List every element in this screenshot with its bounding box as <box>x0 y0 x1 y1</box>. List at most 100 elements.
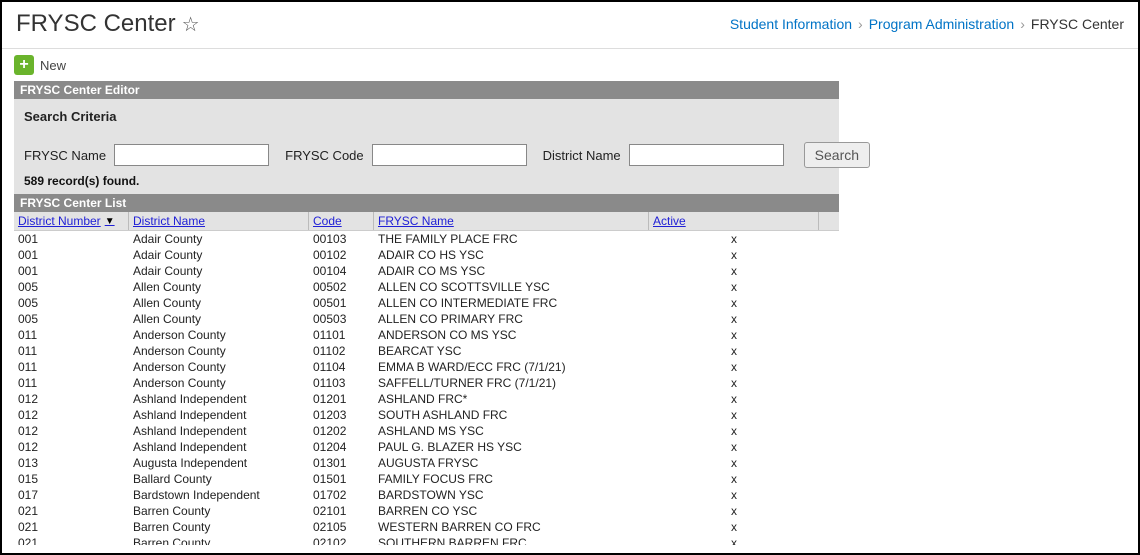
cell-active: x <box>649 327 819 343</box>
cell-district-name: Allen County <box>129 295 309 311</box>
cell-district-number: 005 <box>14 279 129 295</box>
cell-active: x <box>649 375 819 391</box>
cell-frysc-name: SOUTH ASHLAND FRC <box>374 407 649 423</box>
header-left: FRYSC Center ☆ <box>16 10 200 38</box>
cell-active: x <box>649 407 819 423</box>
table-row[interactable]: 017Bardstown Independent01702BARDSTOWN Y… <box>14 487 839 503</box>
cell-active: x <box>649 263 819 279</box>
cell-district-name: Anderson County <box>129 375 309 391</box>
cell-district-name: Anderson County <box>129 359 309 375</box>
sort-desc-icon: ▼ <box>105 216 115 227</box>
table-row[interactable]: 013Augusta Independent01301AUGUSTA FRYSC… <box>14 455 839 471</box>
cell-active: x <box>649 311 819 327</box>
district-name-input[interactable] <box>629 144 784 166</box>
cell-district-number: 021 <box>14 519 129 535</box>
cell-frysc-name: PAUL G. BLAZER HS YSC <box>374 439 649 455</box>
cell-code: 00102 <box>309 247 374 263</box>
cell-active: x <box>649 359 819 375</box>
cell-district-number: 011 <box>14 375 129 391</box>
cell-district-name: Allen County <box>129 279 309 295</box>
cell-frysc-name: ALLEN CO INTERMEDIATE FRC <box>374 295 649 311</box>
list-section-bar: FRYSC Center List <box>14 194 839 212</box>
frysc-code-input[interactable] <box>372 144 527 166</box>
cell-active: x <box>649 471 819 487</box>
col-district-number[interactable]: District Number ▼ <box>14 212 129 230</box>
list-body[interactable]: 001Adair County00103THE FAMILY PLACE FRC… <box>14 231 839 545</box>
star-icon[interactable]: ☆ <box>182 12 200 37</box>
cell-active: x <box>649 519 819 535</box>
table-row[interactable]: 012Ashland Independent01202ASHLAND MS YS… <box>14 423 839 439</box>
frysc-code-label: FRYSC Code <box>285 148 364 163</box>
cell-district-name: Ballard County <box>129 471 309 487</box>
search-button[interactable]: Search <box>804 142 870 168</box>
cell-district-name: Ashland Independent <box>129 391 309 407</box>
cell-code: 00104 <box>309 263 374 279</box>
table-row[interactable]: 001Adair County00102ADAIR CO HS YSCx <box>14 247 839 263</box>
cell-code: 02102 <box>309 535 374 545</box>
table-row[interactable]: 005Allen County00502ALLEN CO SCOTTSVILLE… <box>14 279 839 295</box>
frysc-name-input[interactable] <box>114 144 269 166</box>
cell-active: x <box>649 343 819 359</box>
cell-frysc-name: ADAIR CO HS YSC <box>374 247 649 263</box>
cell-code: 01101 <box>309 327 374 343</box>
table-row[interactable]: 012Ashland Independent01203SOUTH ASHLAND… <box>14 407 839 423</box>
cell-code: 01702 <box>309 487 374 503</box>
cell-district-number: 017 <box>14 487 129 503</box>
cell-active: x <box>649 391 819 407</box>
search-criteria-label: Search Criteria <box>24 109 829 124</box>
col-district-name[interactable]: District Name <box>129 212 309 230</box>
cell-frysc-name: EMMA B WARD/ECC FRC (7/1/21) <box>374 359 649 375</box>
table-row[interactable]: 021Barren County02102SOUTHERN BARREN FRC… <box>14 535 839 545</box>
cell-frysc-name: ALLEN CO SCOTTSVILLE YSC <box>374 279 649 295</box>
page-header: FRYSC Center ☆ Student Information › Pro… <box>2 2 1138 49</box>
plus-icon[interactable]: + <box>14 55 34 75</box>
cell-code: 01103 <box>309 375 374 391</box>
table-row[interactable]: 012Ashland Independent01201ASHLAND FRC*x <box>14 391 839 407</box>
cell-district-number: 001 <box>14 231 129 247</box>
cell-code: 01203 <box>309 407 374 423</box>
col-frysc-name[interactable]: FRYSC Name <box>374 212 649 230</box>
cell-active: x <box>649 279 819 295</box>
table-row[interactable]: 011Anderson County01104EMMA B WARD/ECC F… <box>14 359 839 375</box>
cell-district-name: Anderson County <box>129 327 309 343</box>
cell-district-number: 001 <box>14 247 129 263</box>
table-row[interactable]: 012Ashland Independent01204PAUL G. BLAZE… <box>14 439 839 455</box>
cell-frysc-name: SOUTHERN BARREN FRC <box>374 535 649 545</box>
cell-district-name: Augusta Independent <box>129 455 309 471</box>
table-row[interactable]: 015Ballard County01501FAMILY FOCUS FRCx <box>14 471 839 487</box>
table-row[interactable]: 001Adair County00104ADAIR CO MS YSCx <box>14 263 839 279</box>
breadcrumb-student-information[interactable]: Student Information <box>730 16 852 32</box>
search-panel: Search Criteria FRYSC Name FRYSC Code Di… <box>14 99 839 194</box>
cell-district-name: Adair County <box>129 247 309 263</box>
cell-active: x <box>649 423 819 439</box>
table-row[interactable]: 005Allen County00501ALLEN CO INTERMEDIAT… <box>14 295 839 311</box>
criteria-row: FRYSC Name FRYSC Code District Name Sear… <box>24 142 829 168</box>
table-row[interactable]: 001Adair County00103THE FAMILY PLACE FRC… <box>14 231 839 247</box>
table-row[interactable]: 011Anderson County01101ANDERSON CO MS YS… <box>14 327 839 343</box>
table-row[interactable]: 021Barren County02105WESTERN BARREN CO F… <box>14 519 839 535</box>
cell-active: x <box>649 487 819 503</box>
cell-frysc-name: ADAIR CO MS YSC <box>374 263 649 279</box>
cell-district-number: 013 <box>14 455 129 471</box>
table-row[interactable]: 005Allen County00503ALLEN CO PRIMARY FRC… <box>14 311 839 327</box>
breadcrumb-program-administration[interactable]: Program Administration <box>869 16 1015 32</box>
cell-frysc-name: BEARCAT YSC <box>374 343 649 359</box>
table-row[interactable]: 011Anderson County01102BEARCAT YSCx <box>14 343 839 359</box>
district-name-label: District Name <box>543 148 621 163</box>
new-button[interactable]: New <box>40 58 66 73</box>
col-code[interactable]: Code <box>309 212 374 230</box>
cell-frysc-name: BARREN CO YSC <box>374 503 649 519</box>
cell-active: x <box>649 535 819 545</box>
table-row[interactable]: 011Anderson County01103SAFFELL/TURNER FR… <box>14 375 839 391</box>
cell-code: 00103 <box>309 231 374 247</box>
chevron-right-icon: › <box>858 16 863 32</box>
cell-district-number: 012 <box>14 423 129 439</box>
page-title: FRYSC Center <box>16 10 176 38</box>
cell-frysc-name: AUGUSTA FRYSC <box>374 455 649 471</box>
cell-active: x <box>649 439 819 455</box>
cell-district-name: Ashland Independent <box>129 439 309 455</box>
cell-district-name: Allen County <box>129 311 309 327</box>
cell-district-number: 012 <box>14 391 129 407</box>
col-active[interactable]: Active <box>649 212 819 230</box>
table-row[interactable]: 021Barren County02101BARREN CO YSCx <box>14 503 839 519</box>
